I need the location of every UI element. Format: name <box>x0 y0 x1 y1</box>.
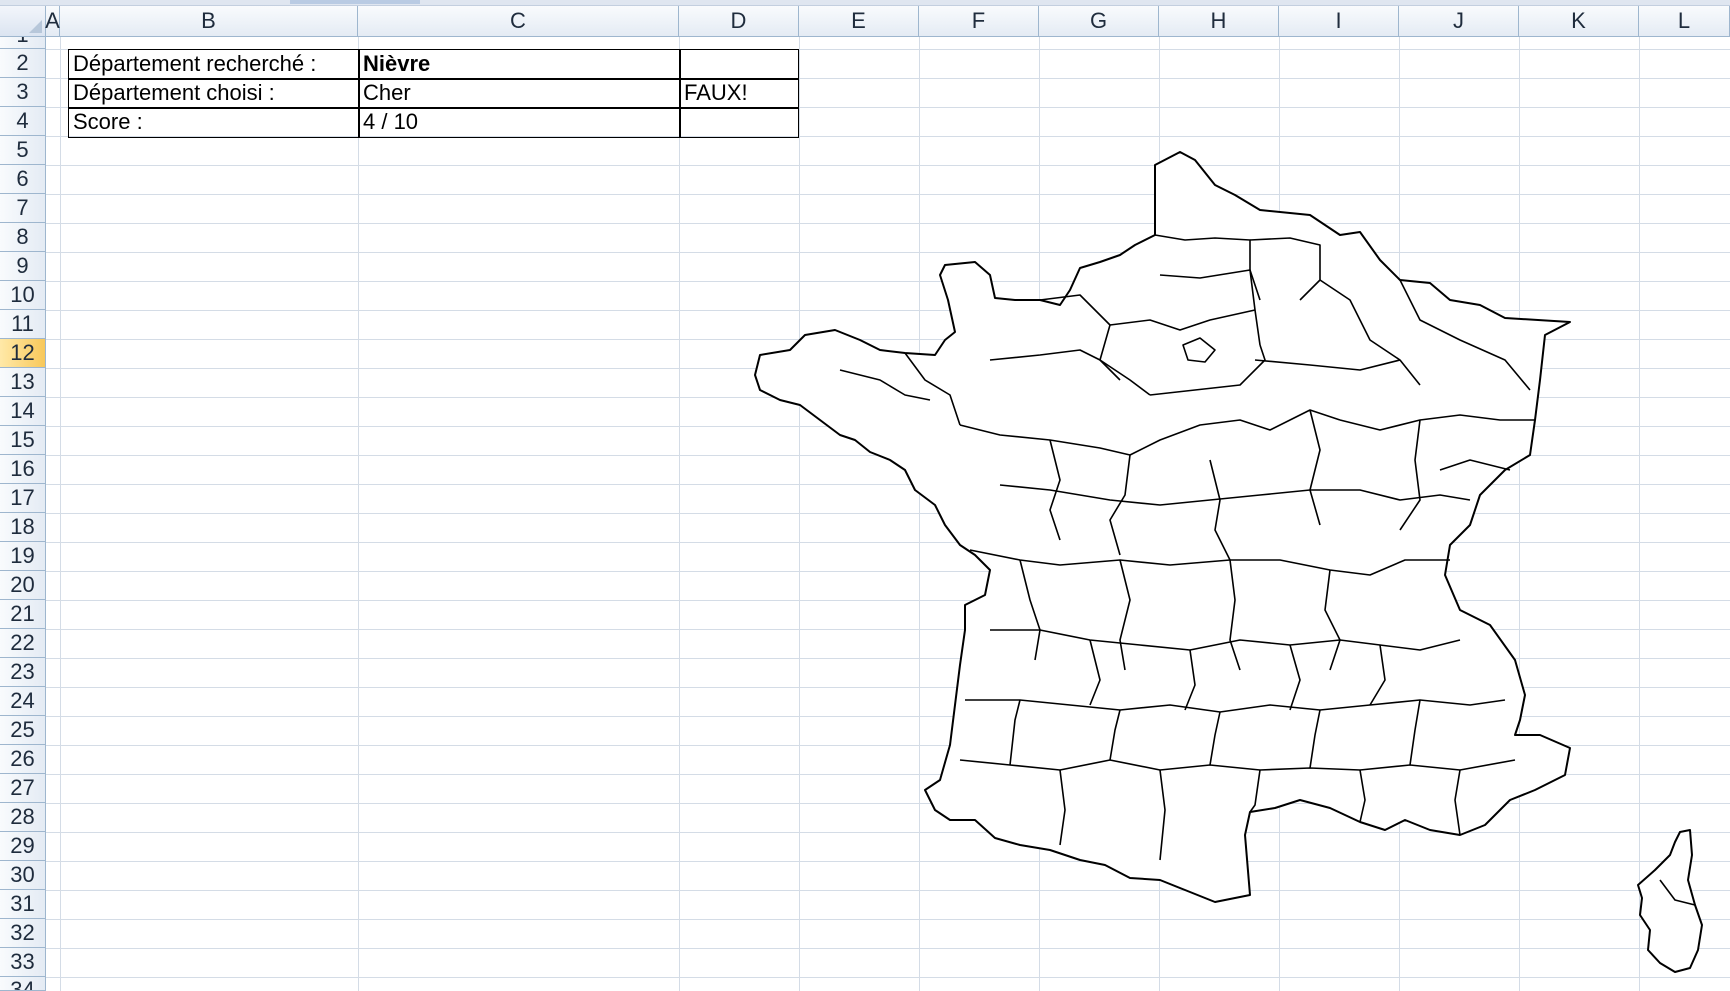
gridline <box>60 37 61 991</box>
row-header-33[interactable]: 33 <box>0 948 46 977</box>
sheet-tab-hint <box>290 0 420 4</box>
row-header-8[interactable]: 8 <box>0 223 46 252</box>
row-header-10[interactable]: 10 <box>0 281 46 310</box>
column-header-l[interactable]: L <box>1639 6 1730 37</box>
column-header-c[interactable]: C <box>358 6 679 37</box>
column-header-h[interactable]: H <box>1159 6 1279 37</box>
row-header-6[interactable]: 6 <box>0 165 46 194</box>
row-header-22[interactable]: 22 <box>0 629 46 658</box>
row-header-7[interactable]: 7 <box>0 194 46 223</box>
cell-c2-target-value[interactable]: Nièvre <box>358 49 679 78</box>
row-header-17[interactable]: 17 <box>0 484 46 513</box>
column-header-a[interactable]: A <box>45 6 60 37</box>
row-header-24[interactable]: 24 <box>0 687 46 716</box>
row-header-9[interactable]: 9 <box>0 252 46 281</box>
row-header-23[interactable]: 23 <box>0 658 46 687</box>
cell-b3-chosen-label[interactable]: Département choisi : <box>68 78 358 107</box>
column-header-e[interactable]: E <box>799 6 919 37</box>
cell-d2[interactable] <box>679 49 799 78</box>
row-header-3[interactable]: 3 <box>0 78 46 107</box>
row-header-12[interactable]: 12 <box>0 339 46 368</box>
row-header-11[interactable]: 11 <box>0 310 46 339</box>
row-header-1[interactable]: 1 <box>0 37 46 49</box>
row-header-26[interactable]: 26 <box>0 745 46 774</box>
row-header-32[interactable]: 32 <box>0 919 46 948</box>
cell-d3-result[interactable]: FAUX! <box>679 78 799 107</box>
cell-b4-score-label[interactable]: Score : <box>68 107 358 136</box>
row-header-28[interactable]: 28 <box>0 803 46 832</box>
row-header-15[interactable]: 15 <box>0 426 46 455</box>
corsica-outline <box>1637 829 1703 973</box>
column-header-d[interactable]: D <box>679 6 799 37</box>
gridline <box>358 37 359 991</box>
column-header-k[interactable]: K <box>1519 6 1639 37</box>
france-departments-map[interactable] <box>740 140 1730 980</box>
cell-d4[interactable] <box>679 107 799 136</box>
row-header-4[interactable]: 4 <box>0 107 46 136</box>
column-header-j[interactable]: J <box>1399 6 1519 37</box>
cell-c4-score-value[interactable]: 4 / 10 <box>358 107 679 136</box>
row-header-19[interactable]: 19 <box>0 542 46 571</box>
cell-c3-chosen-value[interactable]: Cher <box>358 78 679 107</box>
column-header-f[interactable]: F <box>919 6 1039 37</box>
column-header-b[interactable]: B <box>60 6 358 37</box>
column-header-g[interactable]: G <box>1039 6 1159 37</box>
row-header-13[interactable]: 13 <box>0 368 46 397</box>
gridline <box>679 37 680 991</box>
row-header-29[interactable]: 29 <box>0 832 46 861</box>
row-header-27[interactable]: 27 <box>0 774 46 803</box>
row-header-25[interactable]: 25 <box>0 716 46 745</box>
row-header-2[interactable]: 2 <box>0 49 46 78</box>
row-header-31[interactable]: 31 <box>0 890 46 919</box>
select-all-triangle-icon <box>29 20 42 33</box>
row-header-30[interactable]: 30 <box>0 861 46 890</box>
row-header-14[interactable]: 14 <box>0 397 46 426</box>
select-all-corner[interactable] <box>0 6 46 37</box>
row-header-34[interactable]: 34 <box>0 977 46 991</box>
cell-b2-target-label[interactable]: Département recherché : <box>68 49 358 78</box>
row-header-16[interactable]: 16 <box>0 455 46 484</box>
row-header-5[interactable]: 5 <box>0 136 46 165</box>
row-header-21[interactable]: 21 <box>0 600 46 629</box>
column-header-i[interactable]: I <box>1279 6 1399 37</box>
row-header-18[interactable]: 18 <box>0 513 46 542</box>
row-header-20[interactable]: 20 <box>0 571 46 600</box>
